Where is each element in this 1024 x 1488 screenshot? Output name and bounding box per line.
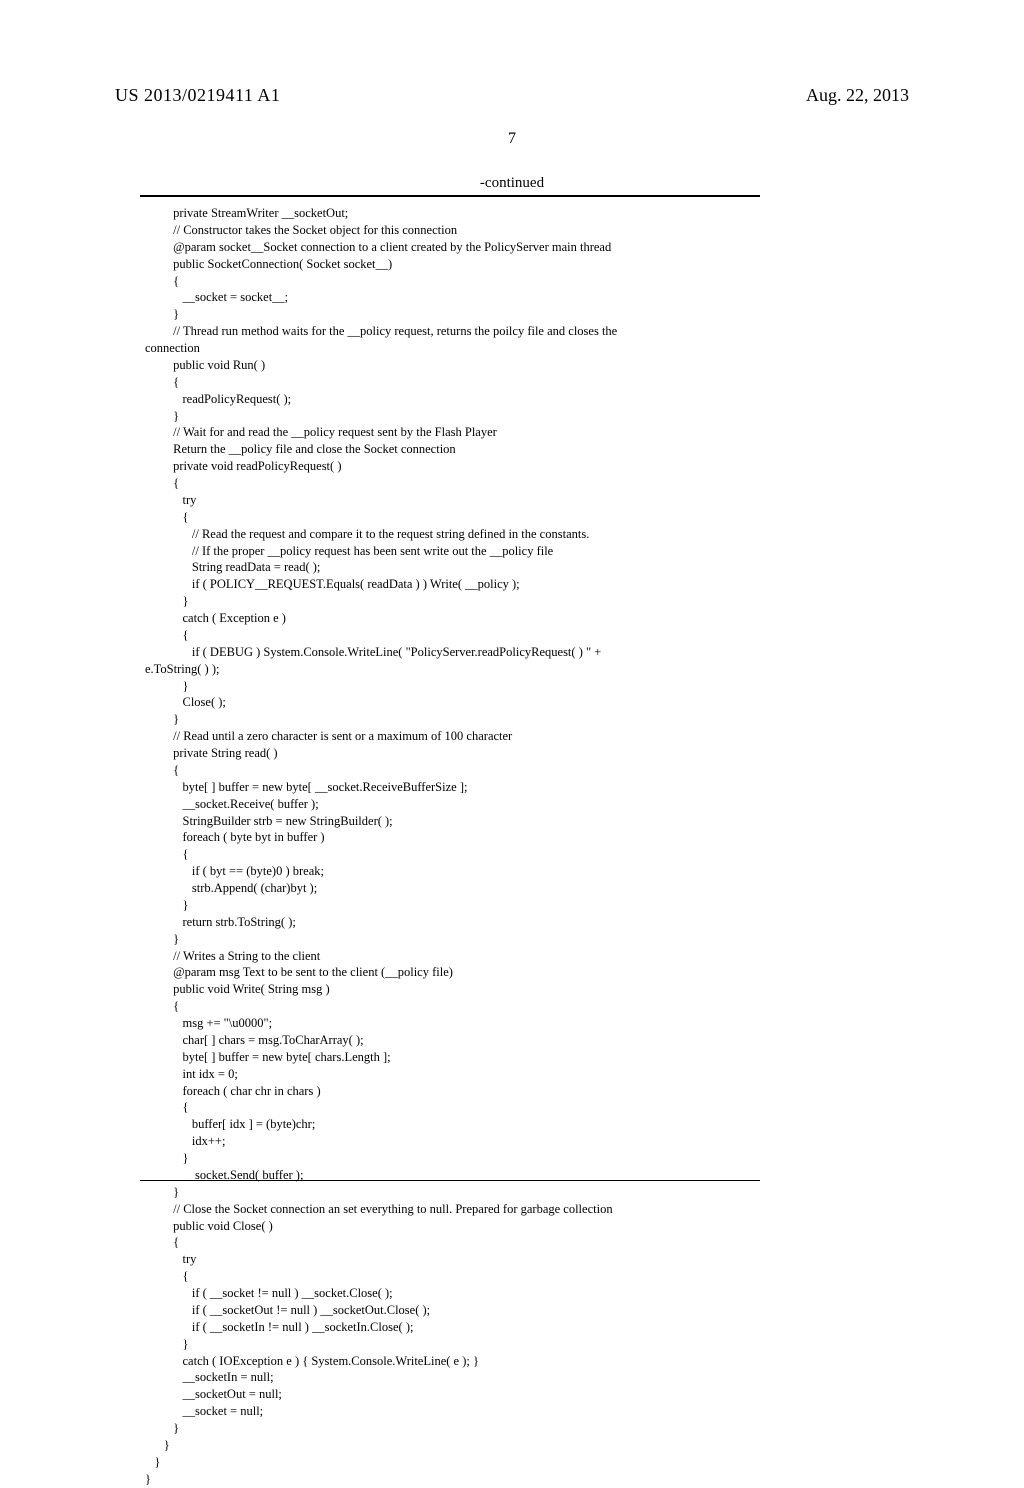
page-number: 7 (508, 130, 516, 148)
divider-bottom (140, 1180, 760, 1181)
continued-label: -continued (480, 175, 544, 192)
divider-top (140, 195, 760, 197)
page-header: US 2013/0219411 A1 Aug. 22, 2013 (115, 85, 909, 106)
patent-number: US 2013/0219411 A1 (115, 85, 280, 106)
publication-date: Aug. 22, 2013 (806, 85, 909, 106)
code-listing: private StreamWriter __socketOut; // Con… (145, 205, 885, 1488)
